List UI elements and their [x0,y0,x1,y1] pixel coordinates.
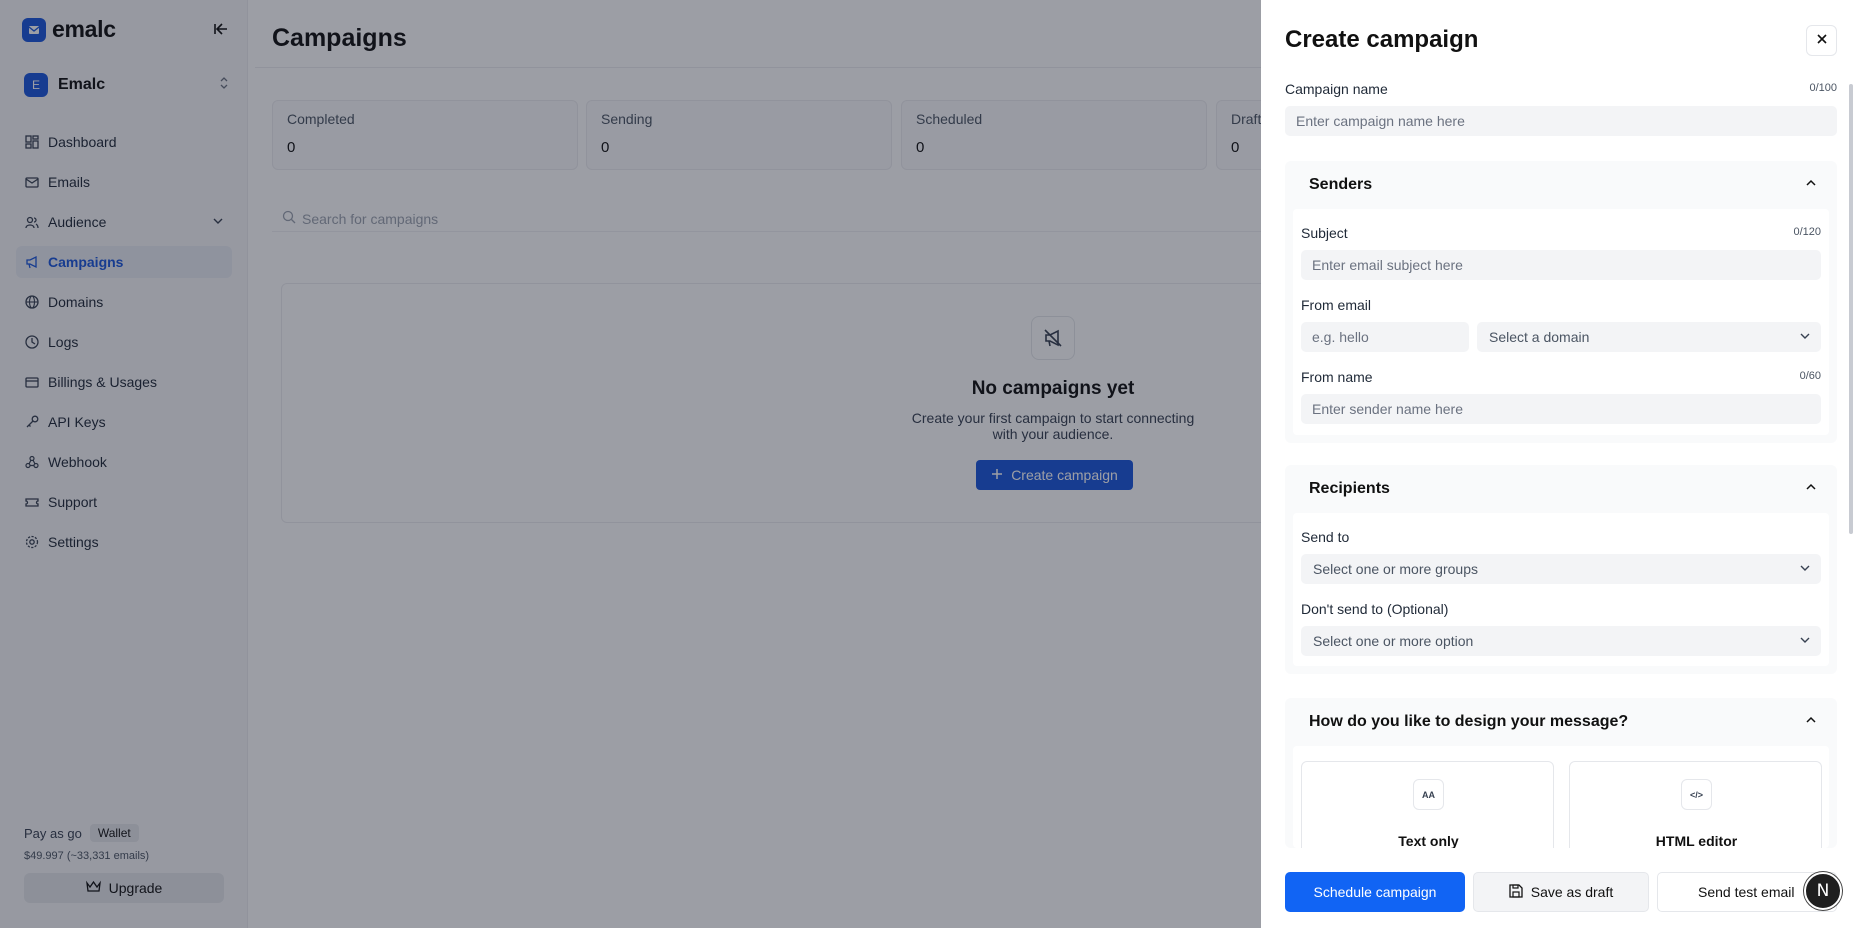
subject-counter: 0/120 [1793,226,1821,238]
from-name-counter: 0/60 [1799,370,1821,382]
save-draft-label: Save as draft [1530,884,1614,900]
from-name-input[interactable] [1301,394,1821,424]
chevron-up-icon [1805,176,1817,194]
send-to-select[interactable]: Select one or more groups [1301,554,1821,584]
dont-send-to-label: Don't send to (Optional) [1301,601,1449,617]
chevron-up-icon [1805,480,1817,498]
code-icon: </> [1681,779,1712,810]
send-to-label: Send to [1301,529,1350,545]
chevron-down-icon [1799,329,1811,345]
dont-send-to-placeholder: Select one or more option [1313,633,1474,649]
design-section-header[interactable]: How do you like to design your message? [1285,698,1837,746]
senders-section-header[interactable]: Senders [1285,161,1837,209]
domain-select-placeholder: Select a domain [1489,329,1590,345]
design-option-label: HTML editor [1655,833,1738,849]
from-email-input[interactable] [1301,322,1469,352]
section-title: How do you like to design your message? [1309,713,1629,730]
from-email-label: From email [1301,297,1372,313]
chevron-up-icon [1805,713,1817,731]
floating-assistant-button[interactable]: N [1804,872,1842,910]
save-draft-button[interactable]: Save as draft [1473,872,1649,912]
close-icon [1816,32,1828,50]
campaign-name-input[interactable] [1285,106,1837,136]
from-name-label: From name [1301,369,1373,385]
send-to-placeholder: Select one or more groups [1313,561,1478,577]
scrollbar[interactable] [1849,84,1853,534]
recipients-section-header[interactable]: Recipients [1285,465,1837,513]
drawer-footer: Schedule campaign Save as draft Send tes… [1261,848,1863,928]
design-option-label: Text only [1398,833,1459,849]
chevron-down-icon [1799,633,1811,649]
text-icon: AA [1413,779,1444,810]
dont-send-to-select[interactable]: Select one or more option [1301,626,1821,656]
section-title: Senders [1309,176,1373,193]
save-icon [1509,883,1523,901]
subject-label: Subject [1301,225,1348,241]
close-button[interactable] [1806,25,1837,56]
campaign-name-label: Campaign name [1285,81,1388,97]
section-title: Recipients [1309,480,1390,497]
schedule-campaign-button[interactable]: Schedule campaign [1285,872,1465,912]
drawer-title: Create campaign [1285,26,1479,53]
campaign-name-counter: 0/100 [1809,82,1837,94]
chevron-down-icon [1799,561,1811,577]
subject-input[interactable] [1301,250,1821,280]
domain-select[interactable]: Select a domain [1477,322,1821,352]
create-campaign-drawer: Create campaign Campaign name 0/100 Send… [1261,0,1863,928]
